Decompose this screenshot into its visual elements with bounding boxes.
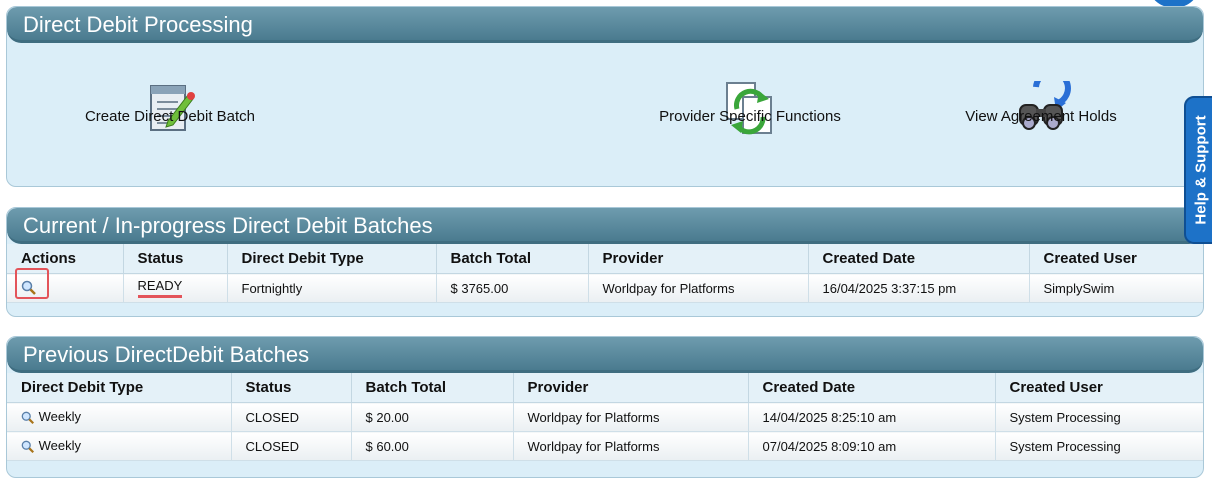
column-header[interactable]: Batch Total — [436, 244, 589, 274]
table-row: Weekly CLOSED $ 60.00 Worldpay for Platf… — [7, 431, 1203, 461]
current-batches-panel: Current / In-progress Direct Debit Batch… — [6, 207, 1204, 317]
type-cell: Weekly — [7, 431, 232, 461]
created-user-cell: System Processing — [995, 402, 1203, 432]
panel-title: Previous DirectDebit Batches — [7, 337, 1203, 373]
type-label: Weekly — [38, 438, 82, 454]
table-row: Weekly CLOSED $ 20.00 Worldpay for Platf… — [7, 402, 1203, 432]
column-header[interactable]: Created User — [1029, 244, 1203, 274]
column-header[interactable]: Status — [123, 244, 228, 274]
status-cell: CLOSED — [231, 402, 352, 432]
created-date-cell: 16/04/2025 3:37:15 pm — [808, 273, 1030, 303]
column-header[interactable]: Created Date — [748, 373, 996, 403]
status-badge: READY — [137, 278, 183, 298]
type-cell: Weekly — [7, 402, 232, 432]
created-user-cell: SimplySwim — [1029, 273, 1203, 303]
view-details-icon[interactable] — [21, 440, 35, 454]
created-user-cell: System Processing — [995, 431, 1203, 461]
total-cell: $ 20.00 — [351, 402, 514, 432]
column-header[interactable]: Batch Total — [351, 373, 514, 403]
status-cell: CLOSED — [231, 431, 352, 461]
panel-title: Direct Debit Processing — [7, 7, 1203, 43]
provider-cell: Worldpay for Platforms — [513, 402, 749, 432]
view-agreement-holds-label: View Agreement Holds — [965, 108, 1117, 125]
previous-batches-table: Direct Debit Type Status Batch Total Pro… — [7, 373, 1203, 461]
view-details-icon[interactable] — [21, 411, 35, 425]
column-header[interactable]: Created User — [995, 373, 1203, 403]
highlight-box — [15, 268, 49, 299]
created-date-cell: 14/04/2025 8:25:10 am — [748, 402, 996, 432]
column-header[interactable]: Status — [231, 373, 352, 403]
help-support-label: Help & Support — [1192, 115, 1210, 225]
panel-title: Current / In-progress Direct Debit Batch… — [7, 208, 1203, 244]
status-cell: READY — [123, 273, 228, 303]
column-header[interactable]: Provider — [588, 244, 809, 274]
provider-specific-functions-label: Provider Specific Functions — [659, 108, 841, 125]
created-date-cell: 07/04/2025 8:09:10 am — [748, 431, 996, 461]
type-cell: Fortnightly — [227, 273, 437, 303]
table-header-row: Actions Status Direct Debit Type Batch T… — [7, 244, 1203, 274]
create-direct-debit-batch-label: Create Direct Debit Batch — [84, 108, 256, 125]
column-header[interactable]: Direct Debit Type — [7, 373, 232, 403]
table-header-row: Direct Debit Type Status Batch Total Pro… — [7, 373, 1203, 403]
total-cell: $ 3765.00 — [436, 273, 589, 303]
current-batches-table: Actions Status Direct Debit Type Batch T… — [7, 244, 1203, 303]
column-header[interactable]: Direct Debit Type — [227, 244, 437, 274]
provider-cell: Worldpay for Platforms — [588, 273, 809, 303]
column-header[interactable]: Created Date — [808, 244, 1030, 274]
total-cell: $ 60.00 — [351, 431, 514, 461]
column-header[interactable]: Provider — [513, 373, 749, 403]
help-support-tab[interactable]: Help & Support — [1184, 96, 1212, 244]
direct-debit-processing-panel: Direct Debit Processing Create Direct De… — [6, 6, 1204, 187]
table-row: READY Fortnightly $ 3765.00 Worldpay for… — [7, 273, 1203, 303]
type-label: Weekly — [38, 409, 82, 425]
provider-cell: Worldpay for Platforms — [513, 431, 749, 461]
